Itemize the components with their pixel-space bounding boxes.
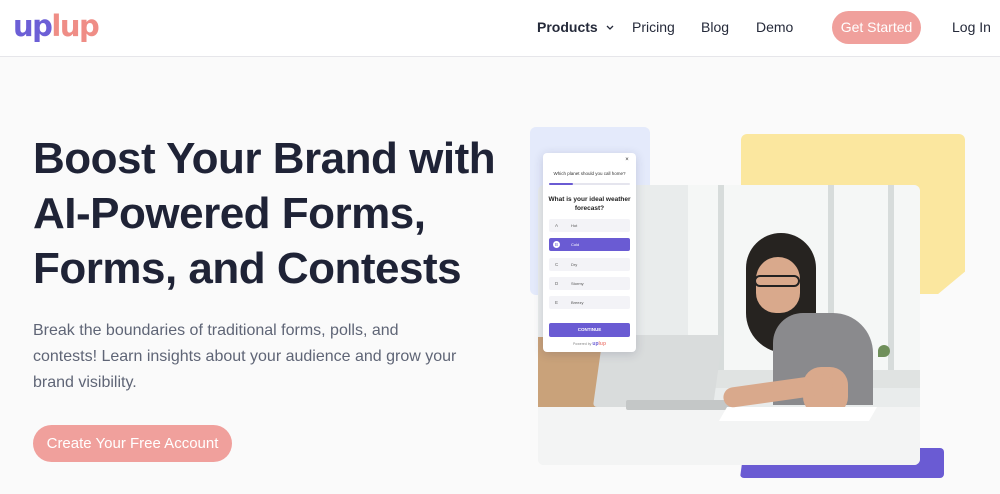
hero-subtitle: Break the boundaries of traditional form… [33, 318, 457, 396]
answer-option-e[interactable]: E Breezy [549, 296, 630, 309]
plant [878, 345, 890, 357]
uplup-logo[interactable]: uplup [13, 8, 100, 44]
form-question-title: What is your ideal weather forecast? [547, 195, 632, 213]
create-account-button[interactable]: Create Your Free Account [33, 425, 232, 462]
option-label: Stormy [571, 281, 584, 286]
continue-button[interactable]: CONTINUE [549, 323, 630, 337]
option-key: D [555, 281, 559, 286]
chevron-down-icon [606, 25, 614, 30]
nav-products-label: Products [537, 19, 598, 35]
answer-option-b[interactable]: B Cold [549, 238, 630, 251]
hero-title: Boost Your Brand with AI-Powered Forms, … [33, 131, 496, 296]
top-nav: uplup Products Pricing Blog Demo Get Sta… [0, 0, 1000, 57]
option-key: B [553, 241, 560, 248]
window-frame [888, 185, 894, 375]
answer-option-d[interactable]: D Stormy [549, 277, 630, 290]
option-label: Dry [571, 262, 578, 267]
get-started-button[interactable]: Get Started [832, 11, 921, 44]
option-label: Hot [571, 223, 578, 228]
powered-by: Powered by uplup [543, 341, 636, 347]
hero-subtitle-line: brand visibility. [33, 374, 137, 391]
powered-by-label: Powered by [572, 342, 592, 346]
hero-title-line: Forms, and Contests [33, 244, 462, 293]
option-key: E [555, 300, 559, 305]
powered-logo-part: lup [598, 341, 607, 347]
laptop-base [626, 400, 736, 410]
hero-subtitle-line: Break the boundaries of traditional form… [33, 322, 399, 339]
option-label: Breezy [571, 300, 584, 305]
nav-products[interactable]: Products [537, 19, 614, 36]
nav-blog[interactable]: Blog [701, 19, 729, 36]
answer-option-a[interactable]: A Hot [549, 219, 630, 232]
progress-fill [549, 183, 574, 185]
option-label: Cold [571, 242, 580, 247]
hero-title-line: AI-Powered Forms, [33, 189, 426, 238]
answer-option-c[interactable]: C Dry [549, 258, 630, 271]
form-question-line: forecast? [574, 205, 605, 212]
close-icon[interactable]: × [623, 156, 631, 164]
option-key: A [555, 223, 559, 228]
option-key: C [555, 262, 559, 267]
form-question-line: What is your ideal weather [548, 196, 631, 203]
glasses [754, 275, 800, 287]
nav-demo[interactable]: Demo [756, 19, 793, 36]
progress-bar [549, 183, 630, 185]
form-card: × Which planet should you call home? Wha… [543, 153, 636, 352]
hero-title-line: Boost Your Brand with [33, 134, 496, 183]
nav-pricing[interactable]: Pricing [632, 19, 675, 36]
hero-subtitle-line: contests! Learn insights about your audi… [33, 348, 457, 365]
login-link[interactable]: Log In [952, 19, 991, 36]
paper [718, 407, 878, 421]
form-question: Which planet should you call home? [553, 171, 626, 176]
